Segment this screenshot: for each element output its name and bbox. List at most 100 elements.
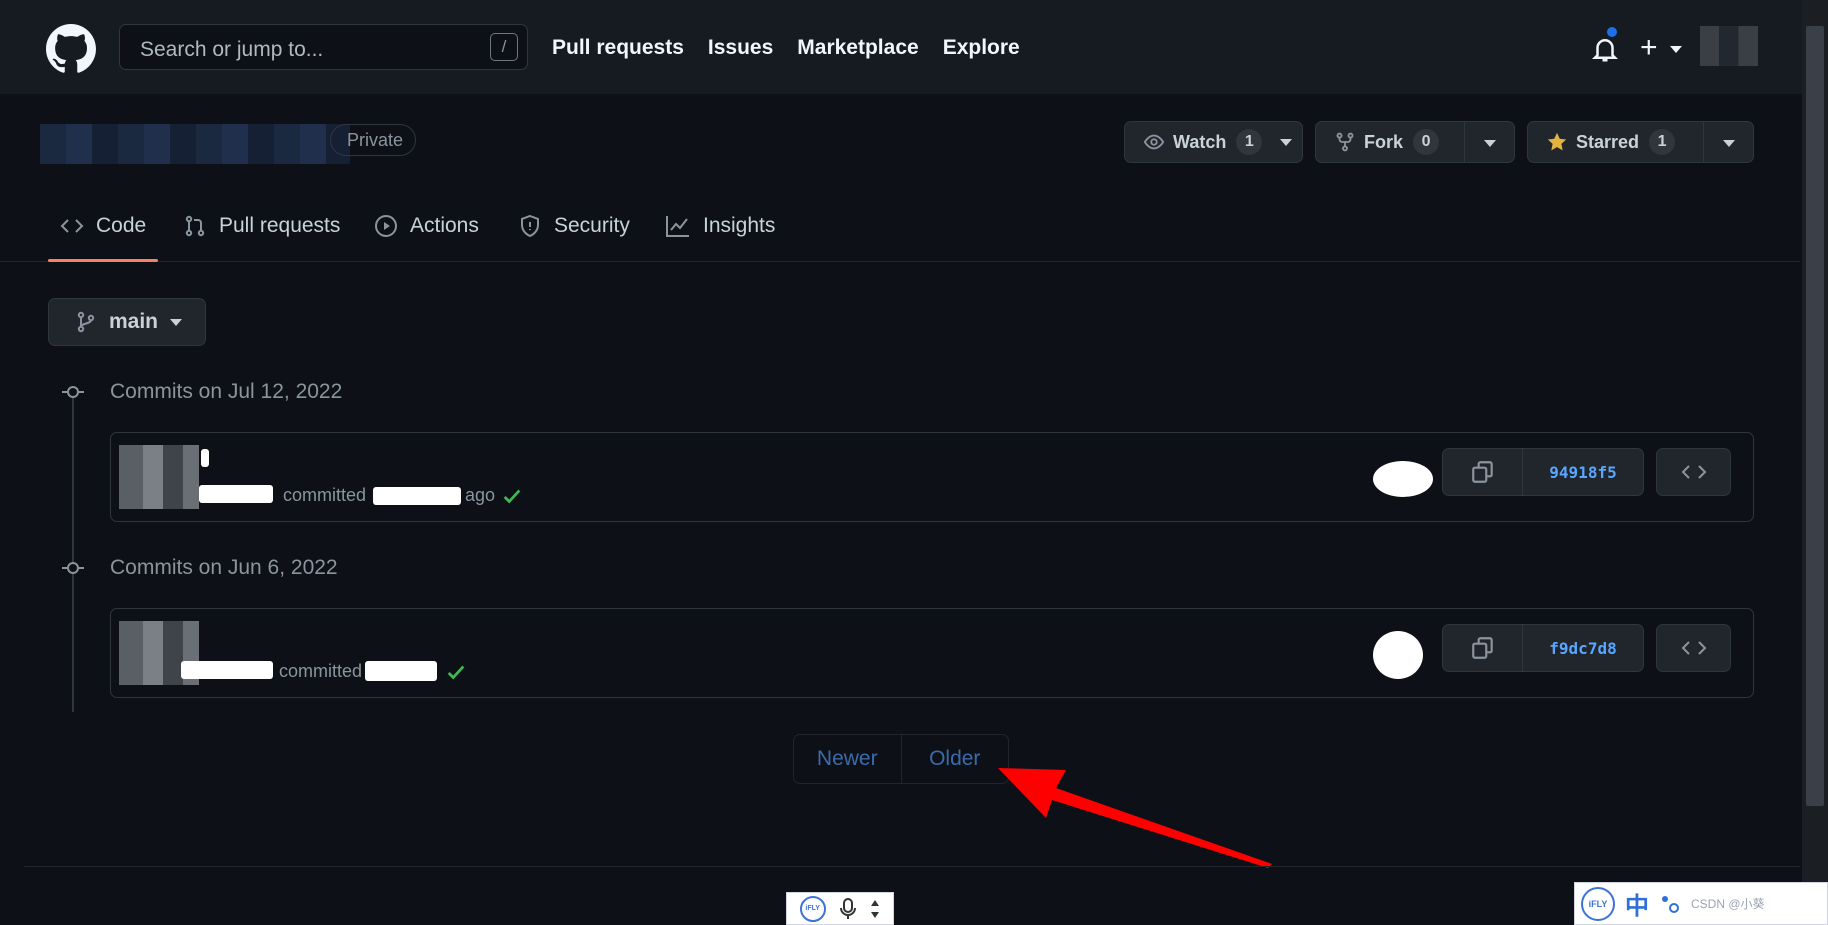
commit-time-redacted	[373, 487, 461, 505]
code-icon	[1681, 465, 1706, 479]
ime-logo-icon[interactable]: iFLY	[799, 895, 826, 922]
ime-toolbar[interactable]: iFLY 中 CSDN @小葵	[1574, 882, 1828, 925]
fork-caret-icon[interactable]	[1484, 140, 1496, 147]
tab-actions-label: Actions	[410, 214, 479, 237]
fork-label: Fork	[1364, 131, 1404, 152]
tab-pull-requests-label: Pull requests	[219, 214, 341, 237]
user-avatar[interactable]	[1700, 26, 1758, 66]
browse-repo-button[interactable]	[1656, 624, 1731, 672]
copy-icon	[1471, 461, 1493, 483]
active-tab-underline	[48, 259, 158, 262]
nav-pull-requests[interactable]: Pull requests	[552, 36, 684, 60]
author-avatar[interactable]	[119, 445, 199, 509]
redaction-blob	[1373, 461, 1433, 497]
copy-icon	[1471, 637, 1493, 659]
git-branch-icon	[77, 311, 95, 333]
redaction-blob	[1373, 631, 1423, 679]
nav-explore[interactable]: Explore	[943, 36, 1020, 60]
check-success-icon[interactable]	[501, 485, 523, 507]
pagination: Newer Older	[793, 734, 1009, 784]
search-placeholder: Search or jump to...	[140, 38, 324, 61]
tab-insights-label: Insights	[703, 214, 776, 237]
commit-meta-text: committed	[279, 661, 363, 681]
commit-sha-group: 94918f5	[1442, 448, 1644, 496]
star-icon	[1547, 132, 1567, 151]
nav-issues[interactable]: Issues	[708, 36, 773, 60]
code-icon	[1681, 641, 1706, 655]
copy-sha-button[interactable]	[1443, 449, 1523, 495]
commit-sha-link[interactable]: 94918f5	[1523, 449, 1643, 495]
watermark-text: CSDN @小葵	[1691, 897, 1765, 911]
annotation-arrow-icon	[998, 768, 1272, 868]
create-new-caret-icon[interactable]	[1670, 46, 1682, 53]
fork-button[interactable]: Fork 0	[1315, 121, 1515, 163]
author-name-redacted[interactable]	[199, 485, 273, 503]
global-header: Search or jump to... / Pull requests Iss…	[0, 0, 1828, 94]
star-divider	[1703, 122, 1704, 162]
shield-icon	[521, 214, 539, 238]
footer-divider	[24, 866, 1800, 867]
older-button[interactable]: Older	[902, 735, 1009, 783]
punctuation-icon[interactable]	[1659, 893, 1681, 915]
commit-row: committed f9dc7d8	[110, 608, 1754, 698]
visibility-badge: Private	[330, 124, 417, 156]
search-input[interactable]: Search or jump to... /	[119, 24, 528, 70]
branch-name: main	[109, 310, 159, 333]
commit-group-title: Commits on Jun 6, 2022	[110, 556, 338, 579]
ime-language-toggle[interactable]: 中	[1625, 886, 1649, 921]
watch-count: 1	[1236, 129, 1263, 155]
star-caret-icon[interactable]	[1723, 140, 1735, 147]
timeline-line	[72, 392, 74, 712]
watch-button[interactable]: Watch 1	[1124, 121, 1303, 163]
nav-marketplace[interactable]: Marketplace	[797, 36, 918, 60]
commit-row: committed ago 94918f5	[110, 432, 1754, 522]
microphone-icon[interactable]	[839, 897, 857, 921]
pull-request-icon	[185, 215, 205, 237]
github-logo-icon[interactable]	[46, 24, 96, 74]
commit-meta-text: committed	[283, 485, 367, 505]
top-nav: Pull requests Issues Marketplace Explore	[552, 36, 1044, 60]
watch-label: Watch	[1173, 131, 1227, 152]
commit-sha-group: f9dc7d8	[1442, 624, 1644, 672]
tab-security-label: Security	[554, 214, 630, 237]
commit-group-title: Commits on Jul 12, 2022	[110, 380, 343, 403]
play-circle-icon	[375, 215, 397, 237]
commit-time-suffix: ago	[465, 485, 496, 505]
commit-time-redacted	[365, 661, 437, 681]
author-name-redacted[interactable]	[181, 661, 273, 679]
ime-logo-icon[interactable]: iFLY	[1581, 886, 1615, 921]
star-button[interactable]: Starred 1	[1527, 121, 1754, 163]
branch-caret-icon	[170, 318, 183, 326]
create-new-plus-icon[interactable]: +	[1640, 33, 1658, 63]
repo-name-redacted[interactable]	[40, 124, 350, 164]
search-shortcut-key: /	[490, 33, 518, 61]
newer-button[interactable]: Newer	[794, 735, 901, 783]
eye-icon	[1143, 134, 1165, 150]
star-count: 1	[1649, 129, 1676, 155]
tab-code-label: Code	[96, 214, 147, 237]
copy-sha-button[interactable]	[1443, 625, 1523, 671]
fork-divider	[1464, 122, 1465, 162]
star-label: Starred	[1576, 131, 1640, 152]
fork-icon	[1336, 132, 1354, 152]
graph-icon	[666, 216, 689, 237]
expand-arrows-icon[interactable]	[870, 898, 880, 920]
check-success-icon[interactable]	[445, 661, 467, 683]
ime-mini-toolbar[interactable]: iFLY	[786, 892, 894, 925]
browse-repo-button[interactable]	[1656, 448, 1731, 496]
tab-pull-requests[interactable]: Pull requests	[183, 214, 340, 238]
watch-caret-icon	[1280, 138, 1293, 146]
branch-selector[interactable]: main	[48, 298, 206, 346]
commit-sha-link[interactable]: f9dc7d8	[1523, 625, 1643, 671]
git-commit-icon	[62, 562, 84, 574]
tab-actions[interactable]: Actions	[374, 214, 479, 238]
tab-security[interactable]: Security	[518, 214, 630, 238]
tab-code[interactable]: Code	[60, 214, 146, 238]
notification-dot	[1605, 25, 1619, 39]
fork-count: 0	[1413, 129, 1440, 155]
code-icon	[60, 219, 84, 233]
tab-insights[interactable]: Insights	[665, 214, 775, 238]
redaction	[201, 449, 209, 467]
repo-tabs: Code Pull requests Actions Security Insi…	[0, 196, 1800, 262]
scrollbar-thumb[interactable]	[1806, 26, 1824, 806]
